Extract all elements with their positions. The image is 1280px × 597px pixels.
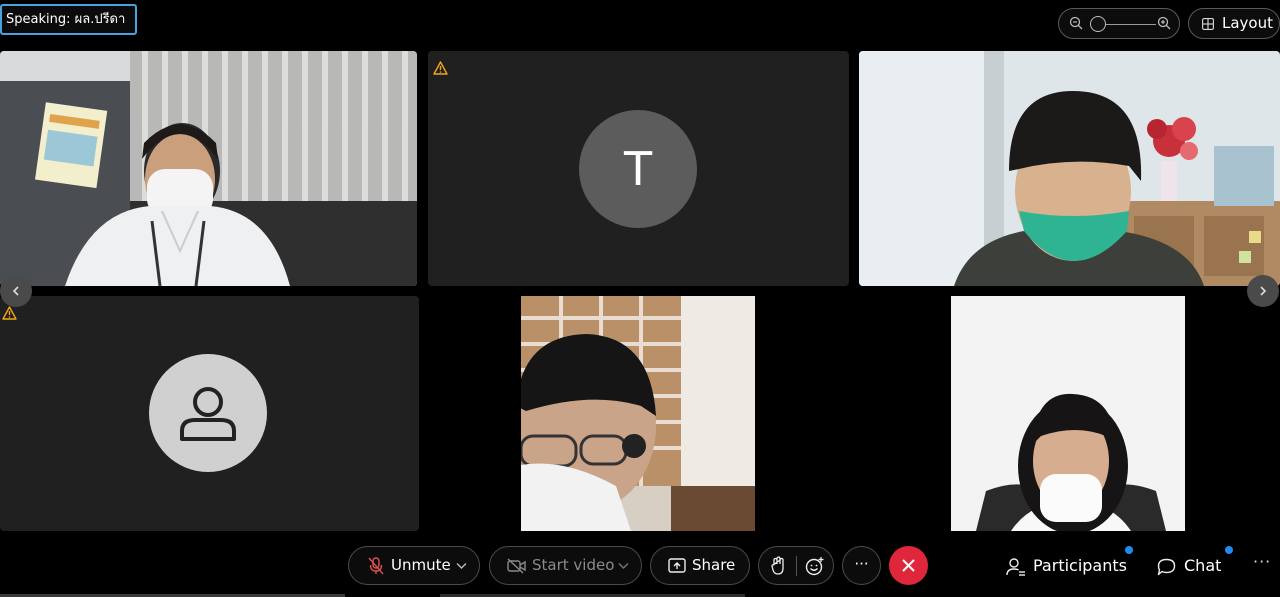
next-page-button[interactable] [1247, 275, 1279, 307]
mic-off-icon [368, 557, 384, 575]
zoom-in-icon[interactable] [1157, 16, 1172, 31]
video-tile-3[interactable] [859, 51, 1280, 286]
previous-page-button[interactable] [0, 275, 32, 307]
chevron-down-icon[interactable] [456, 562, 467, 570]
participant-video-6 [951, 296, 1185, 531]
unmute-button[interactable]: Unmute [348, 546, 480, 585]
participant-video-1 [0, 51, 417, 286]
layout-button[interactable]: Layout [1188, 8, 1280, 39]
end-call-button[interactable] [889, 546, 928, 585]
unmute-label: Unmute [391, 556, 451, 574]
warning-icon [2, 306, 17, 320]
zoom-knob[interactable] [1090, 16, 1106, 32]
divider [796, 556, 797, 576]
start-video-label: Start video [532, 556, 615, 574]
layout-label: Layout [1222, 14, 1273, 32]
chevron-down-icon[interactable] [618, 562, 629, 570]
chat-label: Chat [1184, 556, 1222, 575]
more-options-button[interactable]: ··· [842, 546, 881, 585]
participant-initial-avatar: T [579, 110, 697, 228]
active-speaker-badge: Speaking: ผล.ปรีดา [0, 4, 137, 35]
chat-icon [1157, 558, 1176, 576]
video-tile-4[interactable] [0, 296, 419, 531]
active-speaker-label: Speaking: ผล.ปรีดา [6, 12, 126, 27]
participant-person-avatar [149, 354, 267, 472]
zoom-slider[interactable] [1058, 8, 1180, 39]
video-tile-2[interactable]: T [428, 51, 849, 286]
overflow-menu-icon[interactable]: ··· [1253, 552, 1271, 571]
participants-icon [1006, 558, 1025, 576]
participant-video-3 [859, 51, 1280, 286]
share-button[interactable]: Share [650, 546, 750, 585]
layout-grid-icon [1202, 18, 1214, 30]
raise-hand-icon[interactable] [771, 556, 785, 575]
end-call-icon [902, 559, 915, 572]
start-video-button[interactable]: Start video [489, 546, 642, 585]
reaction-icon[interactable] [805, 556, 825, 576]
overflow-label: ··· [1253, 552, 1272, 571]
participants-notification-dot [1125, 546, 1133, 554]
video-tile-5[interactable] [429, 296, 849, 531]
participant-initial: T [623, 142, 653, 196]
chevron-right-icon [1260, 286, 1267, 296]
person-icon [180, 387, 236, 441]
video-tile-6[interactable] [859, 296, 1280, 531]
warning-icon [433, 61, 448, 75]
chevron-left-icon [12, 286, 19, 296]
participants-label: Participants [1033, 556, 1127, 575]
more-icon: ··· [854, 555, 869, 573]
participant-video-5 [521, 296, 755, 531]
share-screen-icon [668, 558, 686, 573]
zoom-out-icon[interactable] [1069, 16, 1084, 31]
chat-notification-dot [1225, 546, 1233, 554]
video-tile-1[interactable] [0, 51, 417, 286]
share-label: Share [692, 556, 736, 574]
reactions-group [758, 546, 834, 585]
video-off-icon [507, 558, 526, 574]
